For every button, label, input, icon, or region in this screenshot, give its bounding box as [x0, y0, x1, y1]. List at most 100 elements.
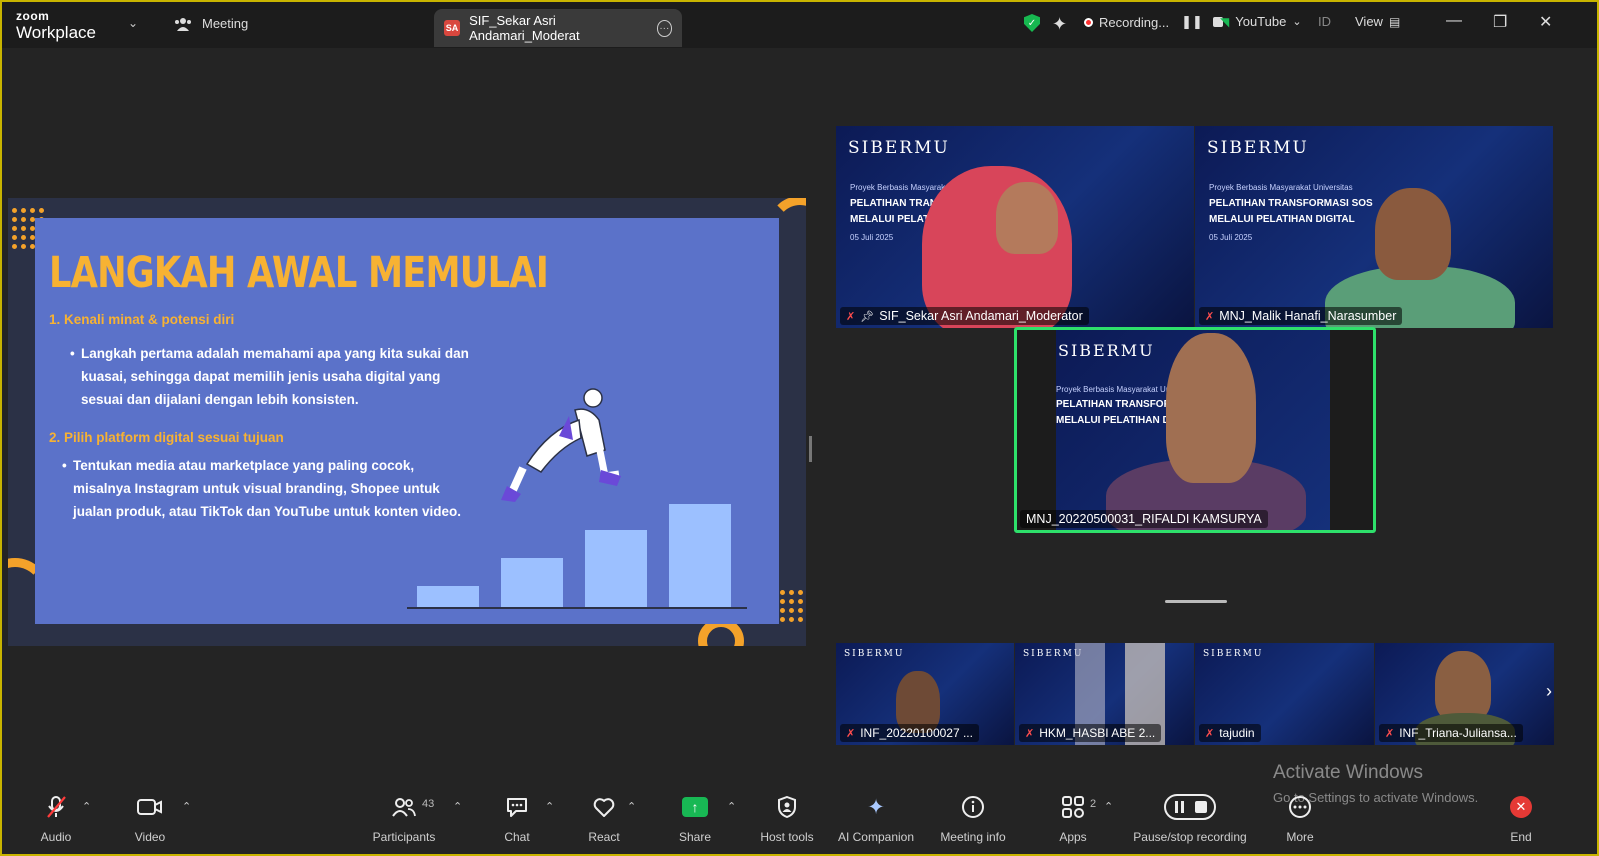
more-label: More	[1286, 830, 1314, 844]
video-tile-active-speaker[interactable]: SIBERMU Proyek Berbasis Masyarakat Unive…	[1016, 329, 1374, 531]
bullet-line: sesuai dan dijalani dengan lebih konsist…	[81, 392, 359, 407]
apps-label: Apps	[1059, 830, 1087, 844]
participant-face	[1166, 333, 1256, 483]
participant-name: HKM_HASBI ABE 2...	[1039, 726, 1156, 740]
participant-name: INF_20220100027 ...	[860, 726, 973, 740]
chevron-down-icon: ⌄	[1292, 16, 1302, 28]
heart-icon	[592, 794, 616, 820]
ai-sparkle-icon[interactable]: ✦	[1052, 14, 1067, 35]
audio-label: Audio	[40, 830, 72, 844]
video-tile-speaker[interactable]: SIBERMU Proyek Berbasis Masyarakat Unive…	[1195, 126, 1553, 328]
video-tile-strip[interactable]: SIBERMU ✗ INF_20220100027 ...	[836, 643, 1014, 745]
watermark-line: Activate Windows	[1273, 762, 1423, 783]
step-illustration	[417, 586, 479, 608]
participant-name: SIF_Sekar Asri Andamari_Moderator	[879, 309, 1083, 323]
meeting-info-label: Meeting info	[940, 830, 1006, 844]
participant-name: MNJ_Malik Hanafi_Narasumber	[1219, 309, 1397, 323]
ground-line	[407, 607, 747, 609]
resize-handle[interactable]	[1165, 600, 1227, 603]
slide-heading-1: 1. Kenali minat & potensi diri	[49, 312, 235, 327]
video-tile-strip[interactable]: ✗ INF_Triana-Juliansa... ›	[1375, 643, 1554, 745]
host-tools-label: Host tools	[760, 830, 814, 844]
splitter-handle[interactable]	[809, 436, 812, 462]
participant-name-tag: ✗ HKM_HASBI ABE 2...	[1019, 724, 1162, 742]
participant-name: INF_Triana-Juliansa...	[1399, 726, 1517, 740]
slide: LANGKAH AWAL MEMULAI 1. Kenali minat & p…	[35, 218, 779, 624]
participant-name-tag: ✗ INF_Triana-Juliansa...	[1379, 724, 1523, 742]
chevron-up-icon[interactable]: ⌃	[727, 800, 736, 813]
apps-icon	[1061, 794, 1085, 820]
chevron-up-icon[interactable]: ⌃	[627, 800, 636, 813]
sibermu-logo: SIBERMU	[1058, 341, 1155, 360]
participant-name-tag: ✗ MNJ_Malik Hanafi_Narasumber	[1199, 307, 1403, 325]
bullet-line: kuasai, sehingga dapat memilih jenis usa…	[81, 369, 441, 384]
chevron-up-icon[interactable]: ⌃	[545, 800, 554, 813]
zoom-workplace-logo[interactable]: zoom Workplace	[16, 10, 96, 41]
pause-stop-recording-button[interactable]: Pause/stop recording	[1130, 794, 1250, 844]
signal-icon: ◥	[1220, 14, 1230, 29]
mic-off-icon: ✗	[846, 727, 856, 740]
brand-workplace: Workplace	[16, 23, 96, 42]
participants-icon	[392, 794, 416, 820]
id-label[interactable]: ID	[1318, 14, 1331, 29]
participant-face	[996, 182, 1058, 254]
shared-screen[interactable]: LANGKAH AWAL MEMULAI 1. Kenali minat & p…	[8, 198, 806, 646]
end-icon: ✕	[1510, 794, 1532, 820]
video-tile-moderator[interactable]: SIBERMU Proyek Berbasis Masyarakat Unive…	[836, 126, 1194, 328]
tab-shared-screen[interactable]: SA SIF_Sekar Asri Andamari_Moderat ···	[434, 9, 682, 47]
ai-companion-label: AI Companion	[837, 830, 915, 844]
end-label: End	[1510, 830, 1532, 844]
brand-zoom: zoom	[16, 9, 50, 23]
bullet-line: Langkah pertama adalah memahami apa yang…	[81, 346, 469, 361]
participants-button[interactable]: Participants	[354, 794, 454, 844]
meeting-toolbar: Audio ⌃ Video ⌃ Participants 43 ⌃ Chat ⌃	[2, 782, 1597, 854]
react-button[interactable]: React	[554, 794, 654, 844]
chevron-down-icon[interactable]: ⌄	[128, 16, 138, 30]
react-label: React	[588, 830, 620, 844]
video-tile-strip[interactable]: SIBERMU ✗ tajudin	[1195, 643, 1374, 745]
ai-companion-button[interactable]: ✦ AI Companion	[826, 794, 926, 845]
chat-label: Chat	[504, 830, 530, 844]
more-options-icon[interactable]: ···	[656, 19, 672, 37]
recording-indicator[interactable]: Recording... ❚❚	[1084, 14, 1223, 30]
share-label: Share	[678, 830, 712, 844]
slide-title: LANGKAH AWAL MEMULAI	[49, 248, 549, 298]
tab-meeting-label: Meeting	[202, 16, 249, 31]
jumping-person-illustration	[501, 388, 621, 502]
chevron-up-icon[interactable]: ⌃	[82, 800, 91, 813]
video-tile-strip[interactable]: SIBERMU ✗ HKM_HASBI ABE 2...	[1015, 643, 1194, 745]
participant-face	[1435, 651, 1491, 721]
mic-off-icon: ✗	[1205, 310, 1215, 323]
sibermu-logo: SIBERMU	[844, 649, 905, 659]
background-date: 05 Juli 2025	[850, 233, 894, 242]
minimize-icon[interactable]: —	[1446, 12, 1462, 30]
chevron-up-icon[interactable]: ⌃	[1104, 800, 1113, 813]
slide-bullet-1: Langkah pertama adalah memahami apa yang…	[70, 342, 469, 411]
step-illustration	[501, 558, 563, 608]
sibermu-logo: SIBERMU	[848, 138, 950, 158]
tab-meeting[interactable]: Meeting	[174, 16, 248, 31]
more-button[interactable]: More	[1250, 794, 1350, 844]
chevron-up-icon[interactable]: ⌃	[182, 800, 191, 813]
info-icon	[961, 794, 985, 820]
participant-name-tag: ✗ INF_20220100027 ...	[840, 724, 979, 742]
end-meeting-button[interactable]: ✕ End	[1471, 794, 1571, 844]
youtube-stream-button[interactable]: ◥ YouTube ⌄	[1220, 14, 1302, 29]
encryption-shield[interactable]: ✓	[1024, 14, 1040, 32]
participants-count: 43	[422, 798, 435, 810]
host-tools-button[interactable]: Host tools	[737, 794, 837, 844]
chat-icon	[505, 794, 529, 820]
view-button[interactable]: View ▤	[1355, 14, 1400, 29]
chevron-up-icon[interactable]: ⌃	[453, 800, 462, 813]
meeting-info-button[interactable]: Meeting info	[923, 794, 1023, 844]
bullet-line: Tentukan media atau marketplace yang pal…	[73, 458, 415, 473]
mic-off-icon: ✗	[1385, 727, 1395, 740]
pause-icon[interactable]: ❚❚	[1181, 14, 1203, 30]
bullet-line: jualan produk, atau TikTok dan YouTube u…	[73, 504, 462, 519]
camera-icon	[137, 794, 163, 820]
restore-icon[interactable]: ❐	[1493, 12, 1507, 32]
close-icon[interactable]: ✕	[1539, 12, 1552, 32]
step-illustration	[669, 504, 731, 608]
tab-shared-screen-label: SIF_Sekar Asri Andamari_Moderat	[469, 13, 580, 43]
chevron-right-icon[interactable]: ›	[1546, 681, 1552, 702]
